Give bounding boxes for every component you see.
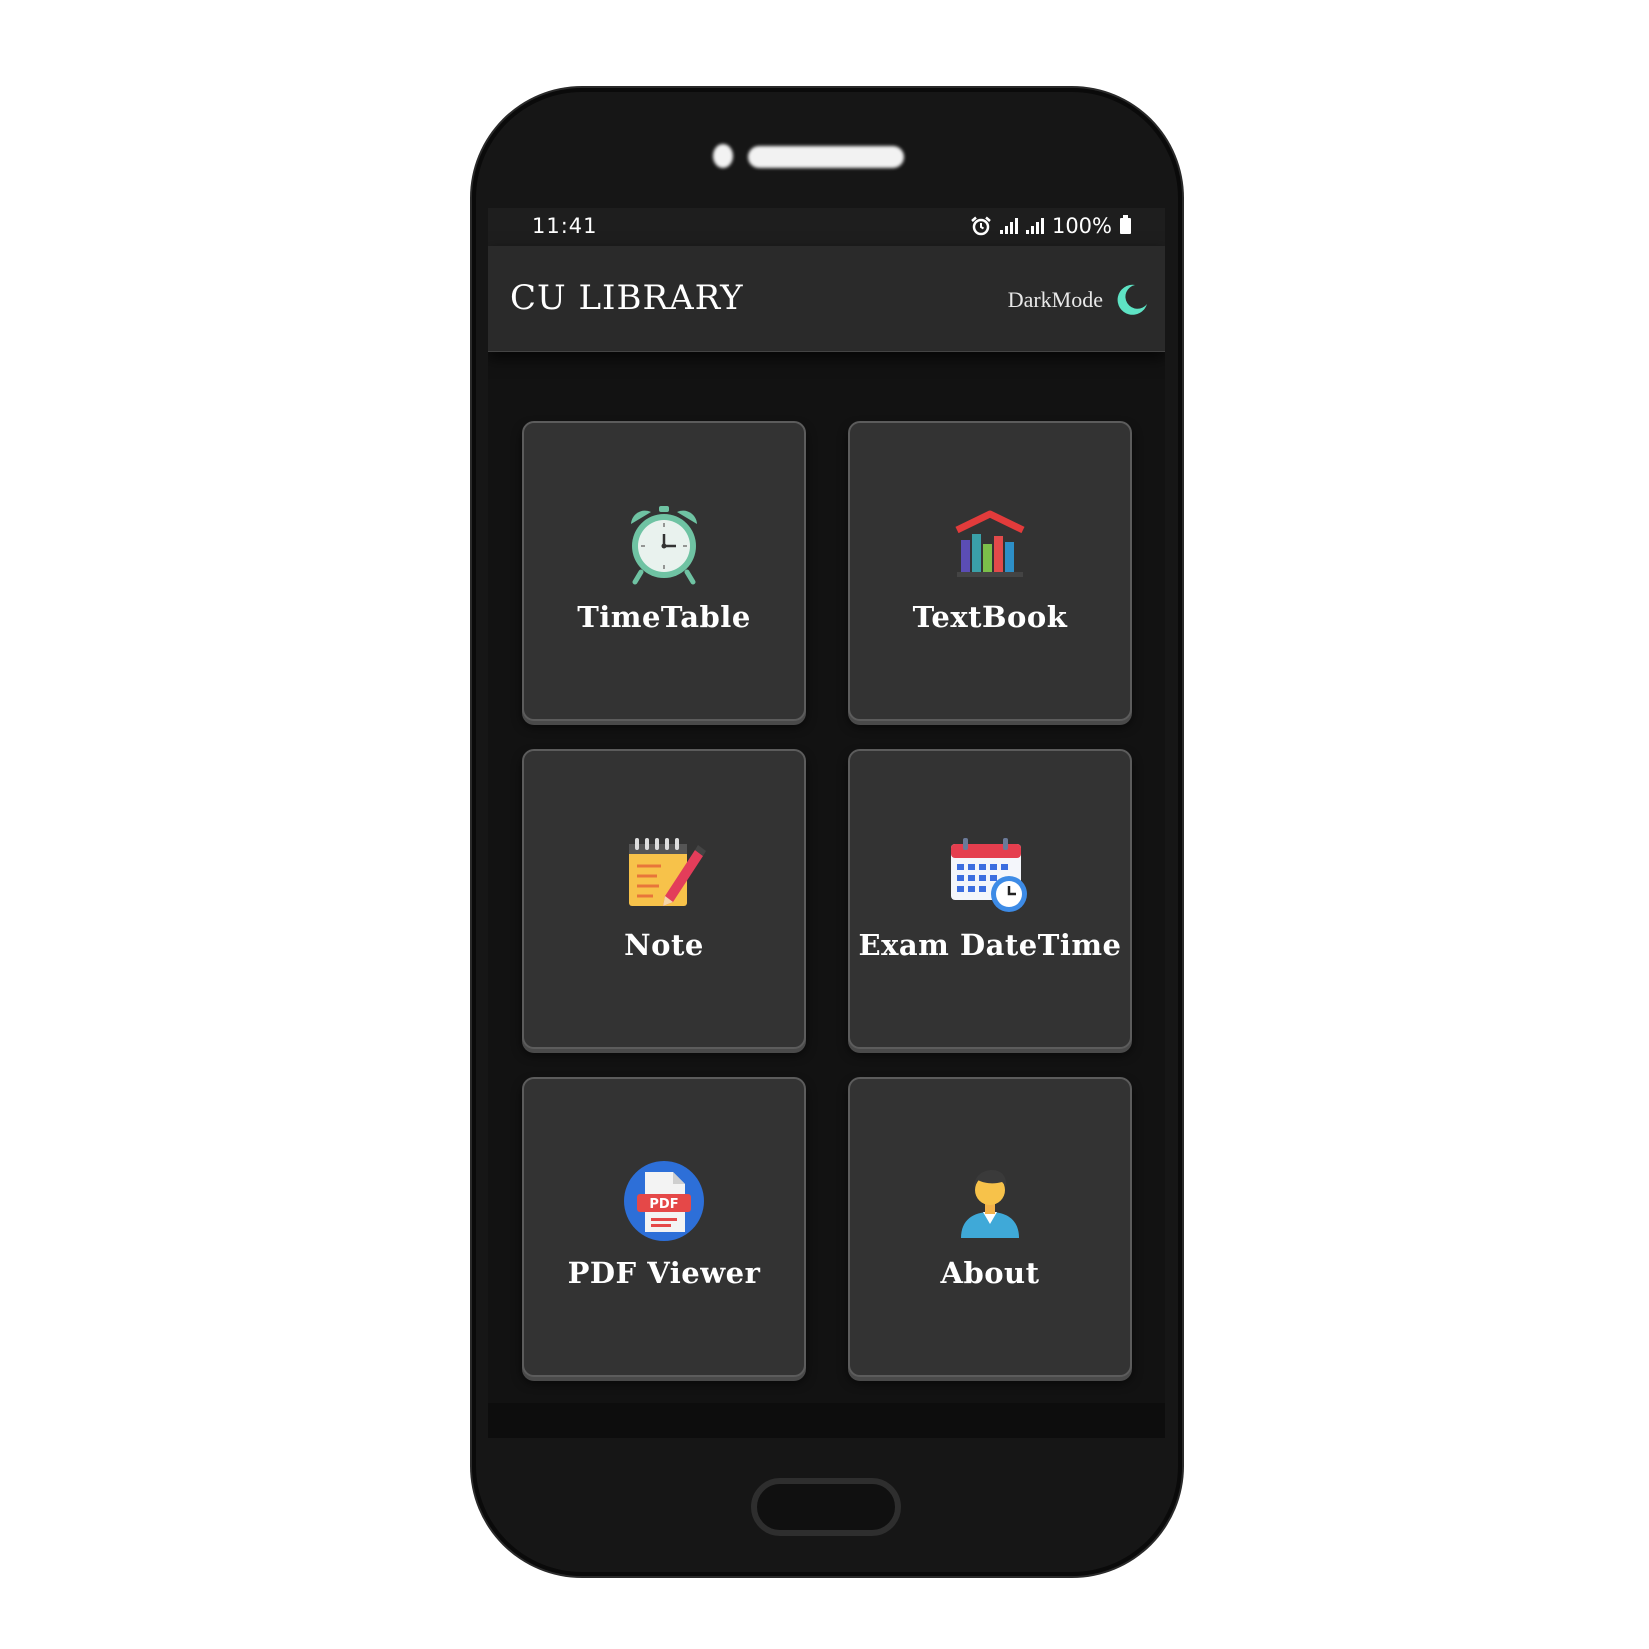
home-button[interactable] (751, 1478, 901, 1536)
menu-label-about: About (940, 1256, 1040, 1290)
darkmode-toggle[interactable]: DarkMode (1008, 282, 1149, 318)
menu-label-exam-datetime: Exam DateTime (858, 928, 1122, 962)
bottom-bezel-strip (488, 1403, 1165, 1438)
pdf-file-icon: PDF (624, 1161, 704, 1241)
menu-card-textbook[interactable]: TextBook (848, 421, 1132, 721)
menu-label-note: Note (624, 928, 704, 962)
alarm-icon (971, 216, 991, 236)
menu-card-about[interactable]: About (848, 1077, 1132, 1377)
pdf-icon-text: PDF (649, 1197, 678, 1212)
menu-label-pdf-viewer: PDF Viewer (567, 1256, 761, 1290)
earpiece-speaker (748, 146, 904, 168)
app-screen: 11:41 100% CU LIBRARY DarkMode TimeTable… (488, 208, 1165, 1438)
alarm-clock-icon (631, 506, 697, 585)
calendar-clock-icon (951, 838, 1027, 912)
battery-icon (1120, 215, 1131, 234)
books-icon (955, 510, 1025, 577)
battery-percent: 100% (1051, 214, 1112, 238)
menu-card-pdf-viewer[interactable]: PDF PDF Viewer (522, 1077, 806, 1377)
signal-icon (999, 218, 1018, 234)
status-indicators: 100% (970, 214, 1131, 238)
menu-label-timetable: TimeTable (577, 600, 751, 634)
menu-label-textbook: TextBook (912, 600, 1068, 634)
moon-icon[interactable] (1113, 282, 1149, 318)
person-icon (961, 1170, 1019, 1238)
darkmode-label: DarkMode (1007, 287, 1103, 312)
app-bar: CU LIBRARY DarkMode (488, 246, 1165, 352)
menu-card-timetable[interactable]: TimeTable (522, 421, 806, 721)
menu-grid: TimeTable TextBook Note Exam DateTime PD… (522, 421, 1132, 1377)
menu-card-note[interactable]: Note (522, 749, 806, 1049)
notepad-pen-icon (629, 838, 706, 906)
signal-icon-2 (1025, 218, 1044, 234)
menu-card-exam-datetime[interactable]: Exam DateTime (848, 749, 1132, 1049)
front-camera (713, 144, 733, 168)
status-bar: 11:41 100% (488, 208, 1165, 246)
status-time: 11:41 (532, 214, 598, 238)
app-title: CU LIBRARY (510, 278, 744, 318)
